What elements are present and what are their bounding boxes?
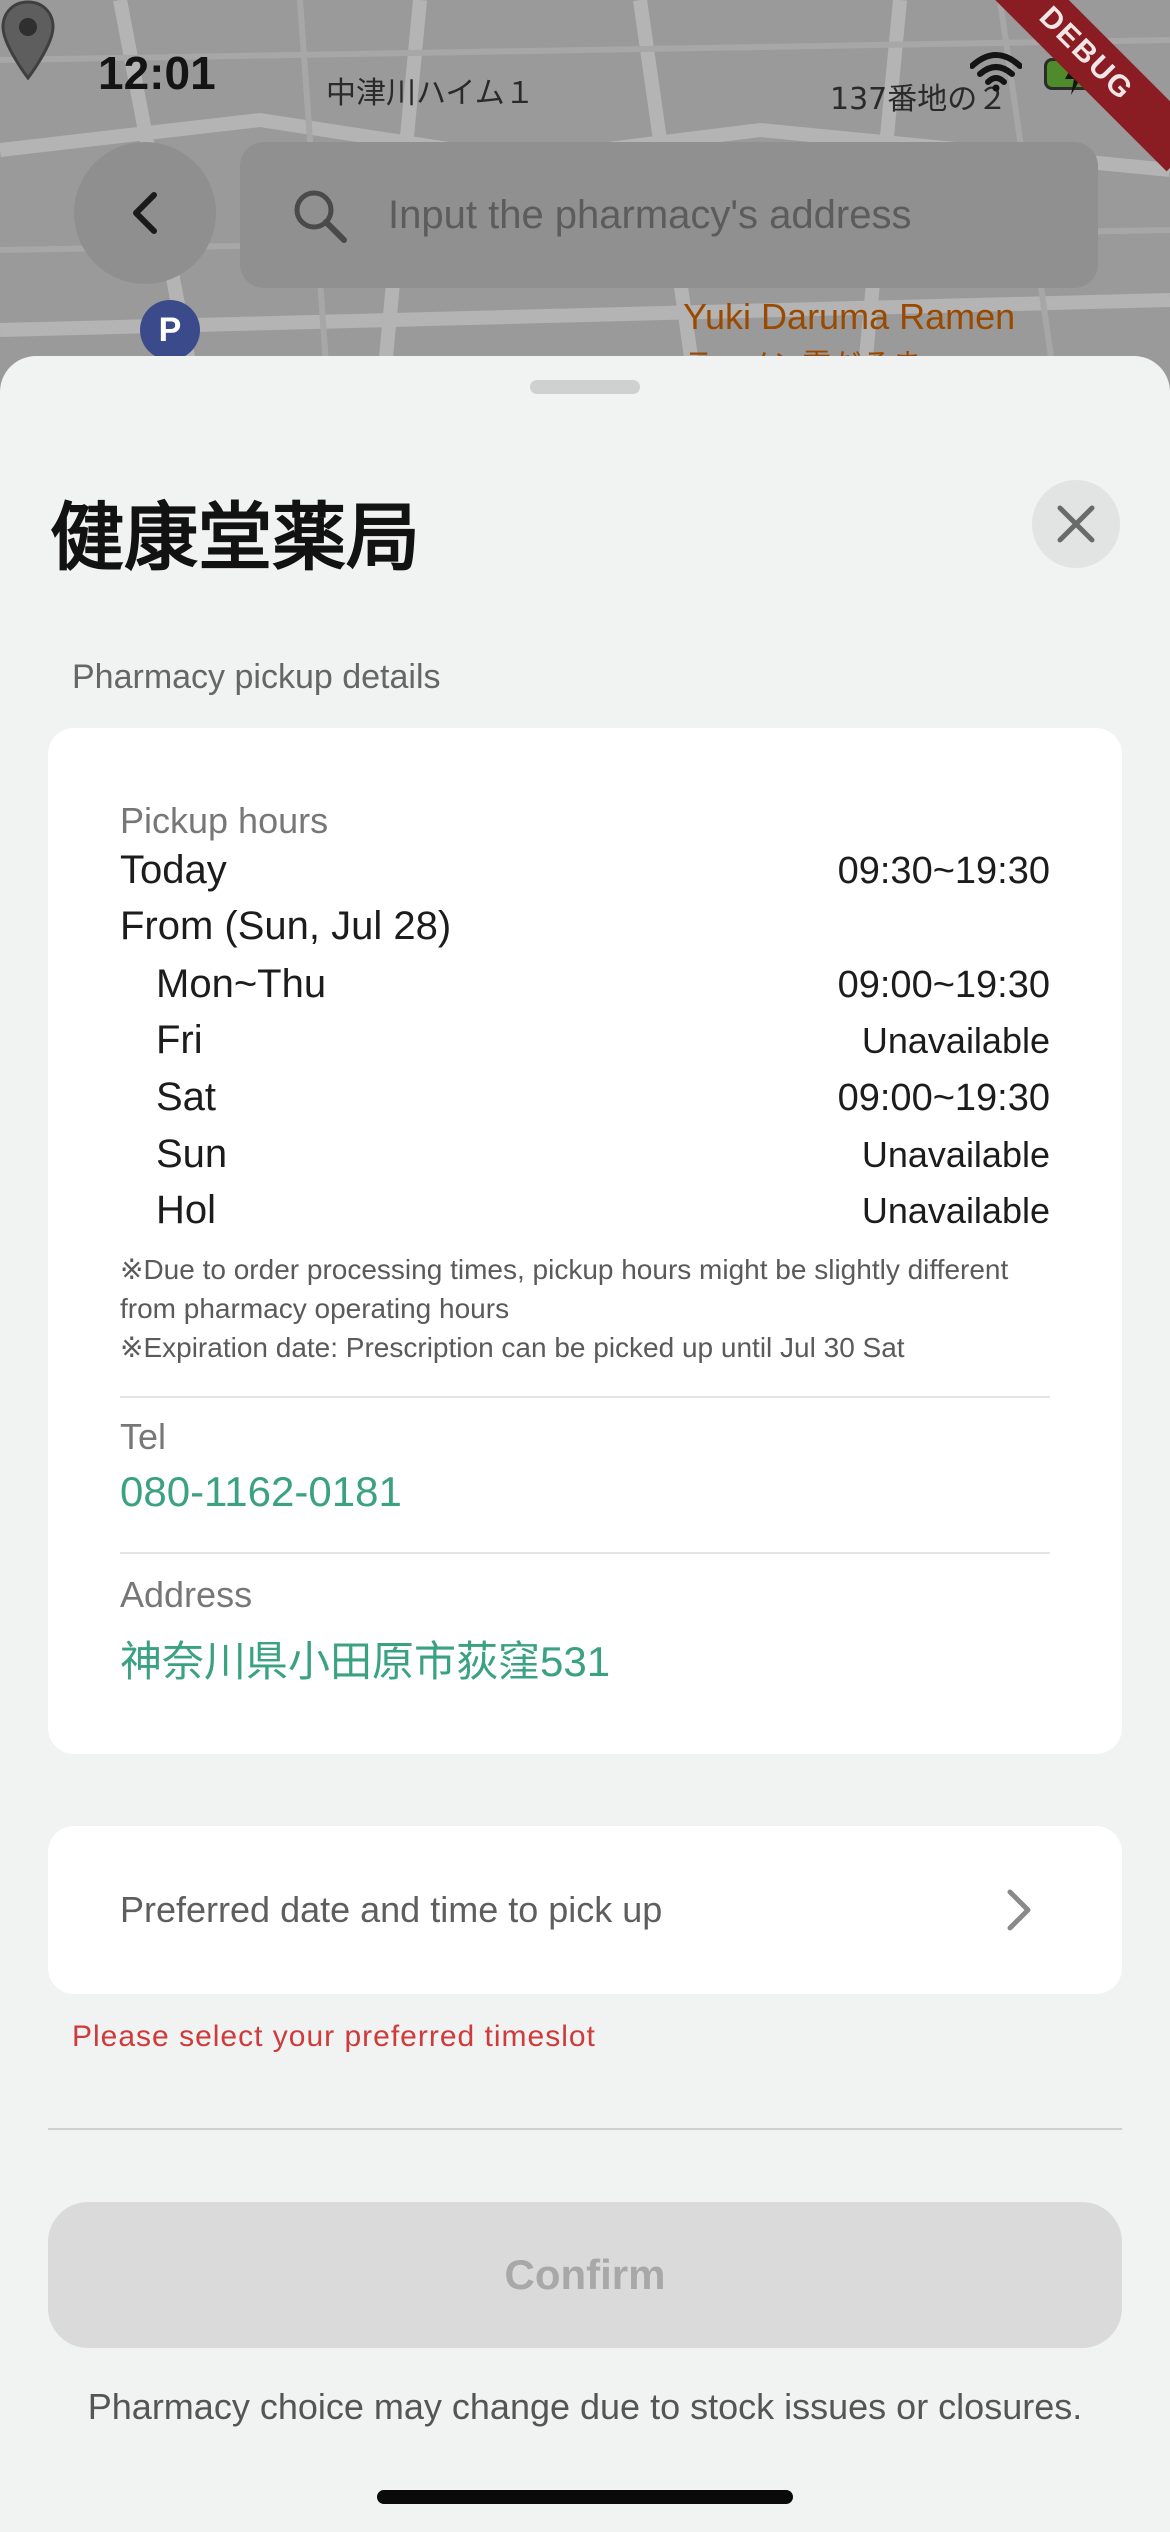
divider: [120, 1396, 1050, 1398]
hours-from-label: From (Sun, Jul 28): [120, 904, 452, 948]
pickup-hours-label: Pickup hours: [120, 800, 329, 841]
hours-row: Sat 09:00~19:30: [120, 1075, 1050, 1120]
status-bar-time: 12:01: [98, 47, 216, 99]
hours-value: 09:00~19:30: [837, 964, 1050, 1006]
sheet-drag-handle[interactable]: [530, 380, 640, 394]
expiration-note: ※Expiration date: Prescription can be pi…: [120, 1332, 905, 1363]
preferred-pickup-time-label: Preferred date and time to pick up: [120, 1889, 663, 1930]
divider: [120, 1552, 1050, 1554]
search-bar[interactable]: [240, 142, 1098, 288]
tel-link[interactable]: 080-1162-0181: [120, 1468, 402, 1516]
confirm-button[interactable]: Confirm: [48, 2202, 1122, 2348]
pharmacy-change-notice: Pharmacy choice may change due to stock …: [87, 2386, 1083, 2427]
home-indicator[interactable]: [377, 2490, 793, 2504]
address-label: Address: [120, 1574, 253, 1615]
section-heading: Pharmacy pickup details: [72, 658, 441, 696]
pharmacy-name: 健康堂薬局: [50, 495, 420, 581]
back-button[interactable]: [74, 142, 216, 284]
hours-day: Today: [120, 848, 227, 892]
location-pin-icon: [1, 0, 55, 80]
pickup-details-card: Pickup hours Today 09:30~19:30 From (Sun…: [48, 728, 1122, 1754]
close-button[interactable]: [1032, 480, 1120, 568]
hours-day: Mon~Thu: [156, 962, 327, 1006]
close-icon: [1057, 505, 1095, 543]
hours-note: ※Due to order processing times, pickup h…: [120, 1254, 1009, 1324]
hours-value: Unavailable: [861, 1134, 1050, 1175]
hours-row: Hol Unavailable: [120, 1188, 1050, 1233]
pharmacy-details-sheet: 健康堂薬局 Pharmacy pickup details Pickup hou…: [0, 356, 1170, 2532]
address-link[interactable]: 神奈川県小田原市荻窪531: [120, 1628, 610, 1689]
wifi-icon: [970, 52, 1022, 92]
search-input[interactable]: [388, 192, 988, 238]
divider: [48, 2128, 1122, 2130]
hours-from-row: From (Sun, Jul 28): [120, 904, 1050, 949]
hours-day: Sat: [156, 1075, 217, 1119]
hours-value: 09:30~19:30: [837, 850, 1050, 892]
hours-day: Hol: [156, 1188, 217, 1232]
map-label-building: 中津川ハイム１: [326, 76, 535, 111]
hours-value: Unavailable: [861, 1190, 1050, 1231]
chevron-right-icon: [1007, 1889, 1031, 1931]
hours-row: Sun Unavailable: [120, 1132, 1050, 1177]
preferred-pickup-time-selector[interactable]: Preferred date and time to pick up: [48, 1826, 1122, 1994]
hours-value: Unavailable: [861, 1020, 1050, 1061]
map-poi-name[interactable]: Yuki Daruma Ramen: [683, 296, 1015, 338]
tel-label: Tel: [120, 1416, 167, 1457]
parking-marker-icon: P: [140, 300, 200, 360]
search-icon: [294, 190, 347, 243]
chevron-left-icon: [133, 192, 157, 234]
hours-row-today: Today 09:30~19:30: [120, 848, 1050, 893]
hours-row: Fri Unavailable: [120, 1018, 1050, 1063]
hours-row: Mon~Thu 09:00~19:30: [120, 962, 1050, 1007]
timeslot-error-message: Please select your preferred timeslot: [72, 2020, 596, 2053]
hours-day: Fri: [156, 1018, 203, 1062]
hours-day: Sun: [156, 1132, 228, 1176]
hours-value: 09:00~19:30: [837, 1077, 1050, 1119]
